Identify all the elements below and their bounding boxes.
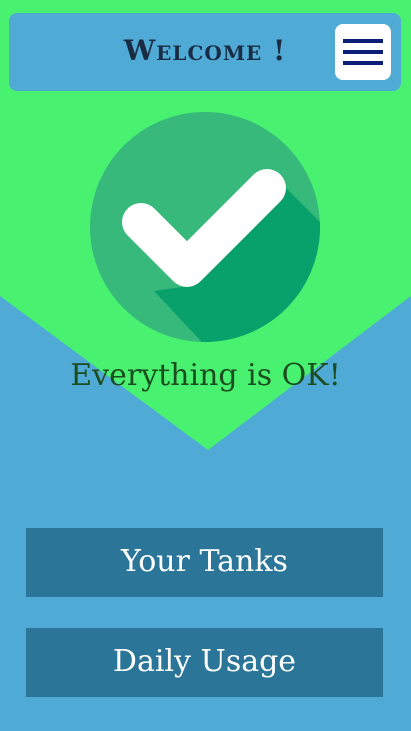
- daily-usage-button[interactable]: Daily Usage: [26, 628, 383, 697]
- your-tanks-button[interactable]: Your Tanks: [26, 528, 383, 597]
- header-bar: Welcome !: [9, 13, 401, 91]
- status-message: Everything is OK!: [70, 358, 341, 393]
- hamburger-menu-icon: [343, 39, 383, 65]
- checkmark-circle-icon: [90, 112, 320, 342]
- menu-button[interactable]: [335, 24, 391, 80]
